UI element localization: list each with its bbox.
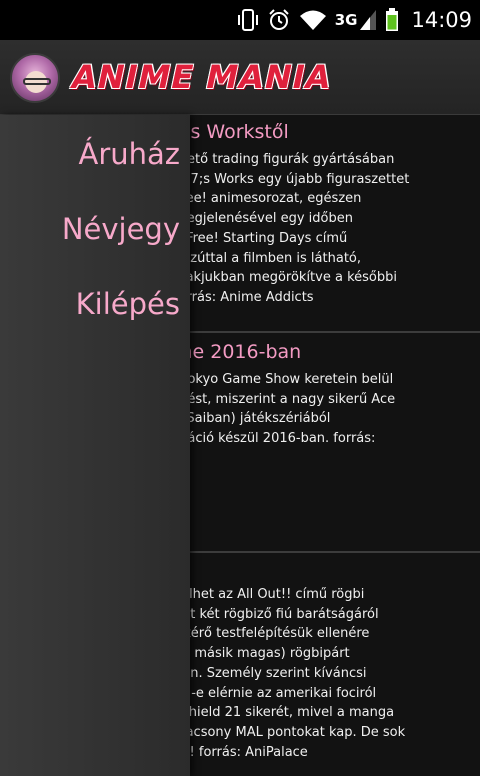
- status-icons: 3G 14:09: [237, 0, 472, 40]
- article-line: alakjukban megörökítve a későbbi: [174, 270, 397, 286]
- article-line: eshield 21 sikerét, mivel a manga: [174, 705, 395, 721]
- app-avatar-icon[interactable]: [10, 53, 60, 103]
- article-body: érető trading figurák gyártásában 217;s …: [174, 150, 474, 308]
- article-line: rül-e elérnie az amerikai fociról: [174, 685, 377, 701]
- signal-icon: [360, 10, 377, 30]
- article-line: ő Free! Starting Days című: [174, 230, 348, 246]
- article-body: zülhet az All Out!! című rögbi net két r…: [174, 585, 474, 762]
- article-title: me 2016-ban: [174, 341, 302, 363]
- article-line: 217;s Works egy újabb figuraszettet: [174, 171, 410, 187]
- status-bar: 3G 14:09: [0, 0, 480, 40]
- article-line: , a másik magas) rögbipárt: [174, 646, 350, 662]
- drawer-item-store[interactable]: Áruház: [78, 137, 180, 171]
- app-title: ANIME MANIA: [67, 58, 336, 96]
- article-line: eltérő testfelépítésük ellenére: [174, 626, 370, 642]
- wifi-icon: [299, 10, 326, 30]
- alarm-icon: [269, 9, 289, 30]
- battery-icon: [386, 8, 399, 31]
- avatar-glasses: [23, 78, 51, 85]
- action-bar: ANIME MANIA: [0, 40, 480, 115]
- article-body: i Tokyo Game Show keretein belül ntést, …: [174, 370, 474, 449]
- network-type: 3G: [334, 11, 358, 29]
- drawer-item-about[interactable]: Névjegy: [62, 212, 180, 246]
- article-line: ntést, miszerint a nagy sikerű Ace: [174, 391, 396, 407]
- article-line: megjelenésével egy időben: [174, 211, 353, 227]
- drawer-item-exit[interactable]: Kilépés: [76, 287, 180, 321]
- article-line: , ezúttal a filmben is látható,: [174, 250, 361, 266]
- article-line: alacsony MAL pontokat kap. De sok: [174, 724, 406, 740]
- clock: 14:09: [411, 8, 472, 32]
- article-line: forrás: Anime Addicts: [174, 289, 314, 305]
- article-line: i Tokyo Game Show keretein belül: [174, 372, 394, 387]
- article-line: érető trading figurák gyártásában: [174, 152, 395, 167]
- article-line: ek! forrás: AniPalace: [174, 744, 308, 760]
- article-line: n Saiban) játékszériából: [174, 411, 331, 427]
- vibrate-icon: [237, 9, 258, 31]
- article-line: zülhet az All Out!! című rögbi: [174, 587, 365, 602]
- article-line: net két rögbiző fiú barátságáról: [174, 606, 379, 622]
- article-line: ptáció készül 2016-ban. forrás:: [174, 431, 376, 447]
- navigation-drawer: Áruház Névjegy Kilépés: [0, 115, 190, 776]
- article-title: y's Workstől: [174, 121, 289, 143]
- article-line: ban. Személy szerint kíváncsi: [174, 665, 367, 681]
- article-line: Free! animesorozat, egészen: [174, 191, 362, 207]
